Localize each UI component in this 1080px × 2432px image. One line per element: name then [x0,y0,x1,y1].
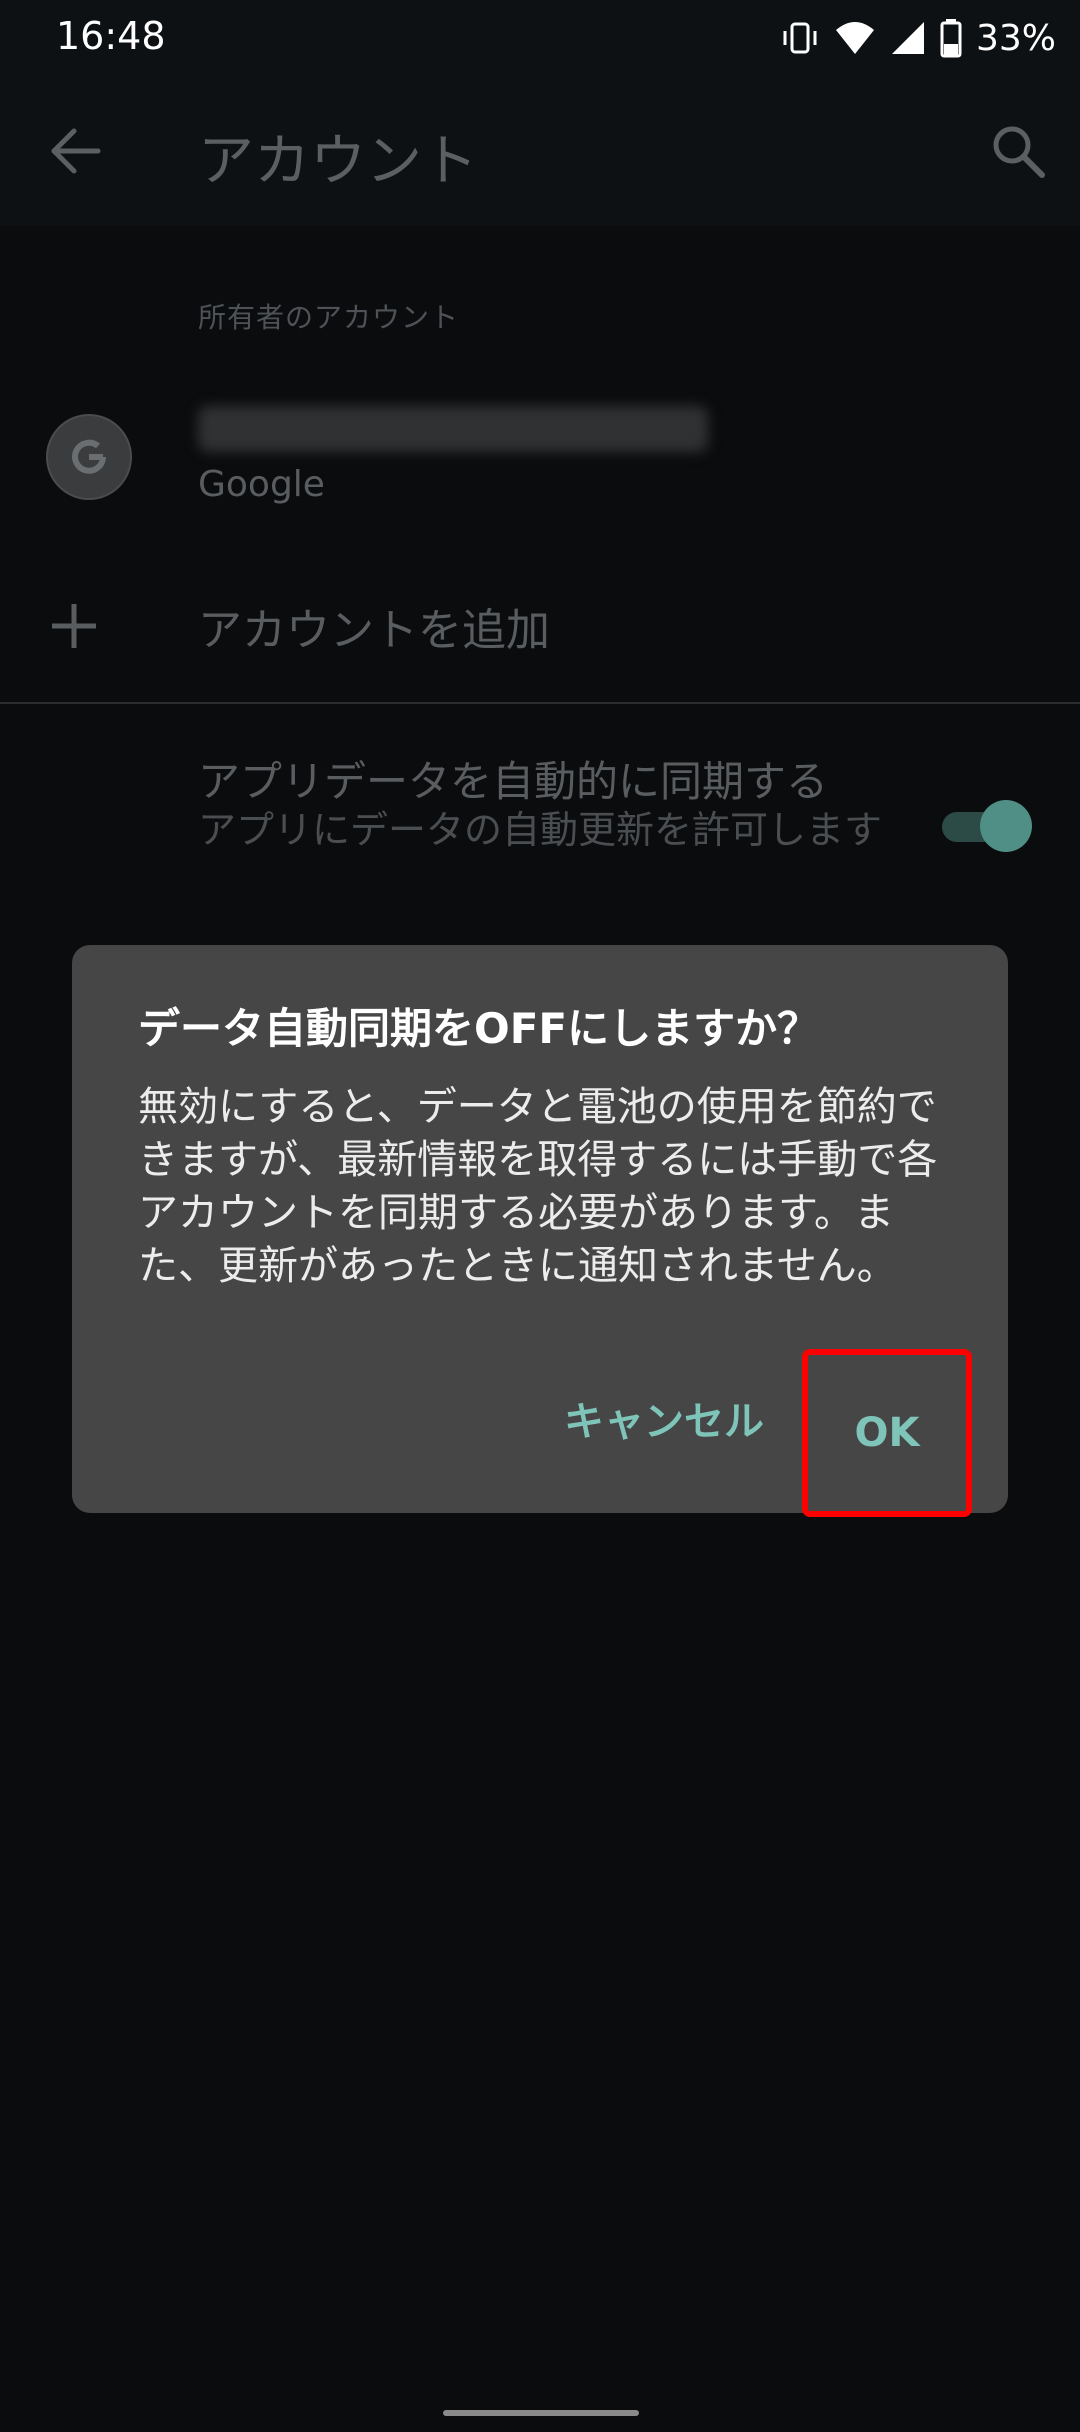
google-account-avatar[interactable] [46,414,132,500]
app-bar: アカウント [0,76,1080,226]
battery-icon [940,19,962,58]
page-title: アカウント [198,129,478,194]
status-bar: 16:48 33% [0,0,1080,76]
account-email-redacted [198,406,708,452]
dialog-title: データ自動同期をOFFにしますか？ [138,1004,820,1053]
wifi-icon [835,22,874,54]
account-type: Google [198,464,325,505]
search-icon[interactable] [986,119,1050,183]
confirm-dialog: データ自動同期をOFFにしますか？ 無効にすると、データと電池の使用を節約できま… [72,945,1008,1517]
auto-sync-subtitle: アプリにデータの自動更新を許可します [198,808,883,852]
status-time: 16:48 [56,14,166,58]
battery-percent: 33% [975,17,1056,59]
divider [0,702,1080,704]
arrow-left-icon[interactable] [44,119,108,183]
cancel-button[interactable]: キャンセル [564,1389,764,1447]
google-logo-icon [72,439,106,474]
dialog-message: 無効にすると、データと電池の使用を節約できますが、最新情報を取得するには手動で各… [138,1084,938,1289]
section-label-owner-accounts: 所有者のアカウント [198,301,460,334]
plus-icon [52,604,96,648]
ok-button[interactable]: OK [802,1349,972,1517]
auto-sync-toggle[interactable] [936,798,1032,854]
status-icons: 33% [780,14,1056,62]
gesture-nav-handle[interactable] [443,2410,639,2416]
add-account-label: アカウントを追加 [198,605,550,656]
auto-sync-title: アプリデータを自動的に同期する [198,757,829,806]
toggle-thumb [980,800,1032,852]
vibrate-icon [783,22,817,54]
add-account-row[interactable]: アカウントを追加 [0,566,1080,682]
signal-icon [891,22,924,54]
